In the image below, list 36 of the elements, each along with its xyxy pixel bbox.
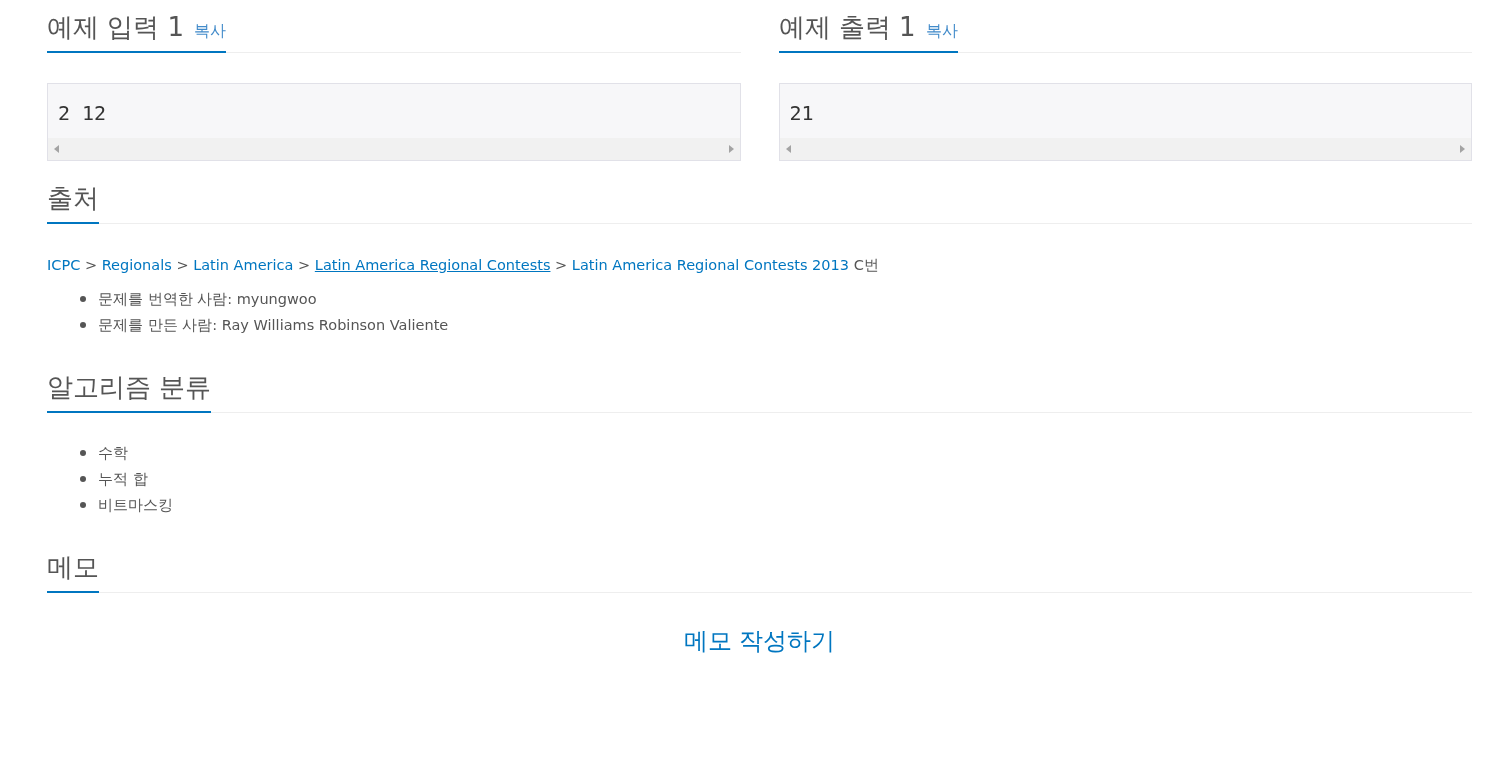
algorithm-tag: 수학 [98, 444, 128, 461]
horizontal-scrollbar[interactable] [779, 138, 1471, 161]
source-link[interactable]: Latin America Regional Contests 2013 [571, 257, 849, 274]
credit-text: 문제를 번역한 사람: myungwoo [98, 290, 317, 307]
section-heading: 알고리즘 분류 [47, 371, 212, 403]
section-heading: 예제 출력 1 [778, 12, 916, 44]
credit-text: 문제를 만든 사람: Ray Williams Robinson Valiente [98, 316, 449, 333]
problem-label: C번 [853, 257, 879, 274]
bullet-icon [80, 475, 86, 482]
source-link[interactable]: Latin America [193, 257, 294, 274]
source-link[interactable]: Latin America Regional Contests [314, 257, 551, 274]
write-memo-link[interactable]: 메모 작성하기 [683, 626, 836, 655]
sample-text: 2 12 [57, 100, 108, 128]
scroll-right-icon[interactable] [1460, 145, 1465, 154]
scroll-right-icon[interactable] [728, 145, 734, 154]
copy-link[interactable]: 복사 [194, 19, 227, 43]
source-link[interactable]: Regionals [101, 257, 172, 274]
bullet-icon [80, 501, 86, 508]
sample-text: 21 [788, 100, 815, 128]
separator: > [298, 257, 311, 274]
section-heading: 예제 입력 1 [47, 12, 185, 44]
algorithm-tag: 누적 합 [98, 470, 148, 487]
source-link[interactable]: ICPC [47, 257, 81, 274]
separator: > [84, 257, 98, 274]
scroll-left-icon[interactable] [785, 145, 791, 154]
bullet-icon [80, 321, 86, 328]
bullet-icon [80, 449, 86, 456]
section-heading: 메모 [47, 551, 99, 583]
section-heading: 출처 [47, 183, 99, 215]
bullet-icon [80, 295, 86, 302]
algorithm-tag: 비트마스킹 [98, 496, 173, 513]
horizontal-scrollbar[interactable] [48, 138, 740, 161]
separator: > [555, 257, 568, 274]
copy-link[interactable]: 복사 [925, 19, 958, 43]
scroll-left-icon[interactable] [54, 145, 59, 154]
separator: > [176, 257, 189, 274]
